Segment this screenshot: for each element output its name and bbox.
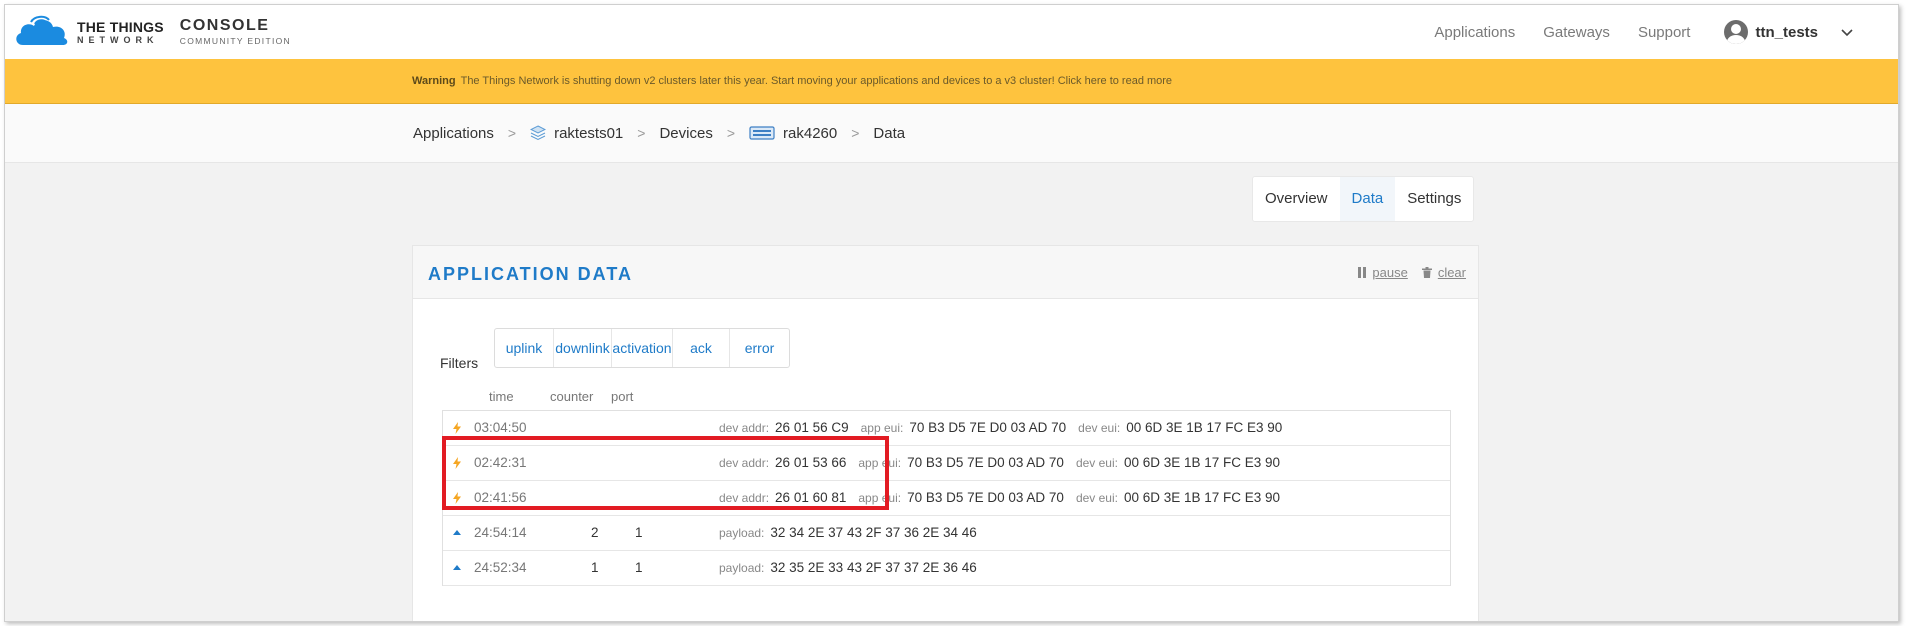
warning-text[interactable]: The Things Network is shutting down v2 c… xyxy=(461,75,1172,87)
tab-data[interactable]: Data xyxy=(1339,177,1396,221)
filter-error[interactable]: error xyxy=(730,329,789,367)
application-data-panel: APPLICATION DATA pause clear Filters upl… xyxy=(412,245,1479,621)
annotation-highlight-box xyxy=(442,436,889,510)
row-fields: payload: 32 34 2E 37 43 2F 37 36 2E 34 46 xyxy=(719,525,989,540)
payload-label: payload: xyxy=(719,526,765,540)
nav-gateways[interactable]: Gateways xyxy=(1543,24,1610,41)
row-counter: 1 xyxy=(591,560,599,575)
dev-addr-label: dev addr: xyxy=(719,421,770,435)
breadcrumb-application[interactable]: raktests01 xyxy=(554,125,623,142)
filter-activation[interactable]: activation xyxy=(612,329,673,367)
dev-addr-value: 26 01 56 C9 xyxy=(775,420,849,435)
row-port: 1 xyxy=(635,560,643,575)
ttn-wordmark-line2: NETWORK xyxy=(77,34,159,45)
username: ttn_tests xyxy=(1755,23,1818,41)
warning-content: Warning The Things Network is shutting do… xyxy=(412,75,1172,87)
top-navigation: THE THINGS NETWORK CONSOLE COMMUNITY EDI… xyxy=(5,5,1898,60)
breadcrumb-separator-icon: > xyxy=(726,125,736,141)
dev-eui-label: dev eui: xyxy=(1078,421,1121,435)
device-icon xyxy=(749,125,775,141)
warning-label: Warning xyxy=(412,75,456,87)
dev-eui-value: 00 6D 3E 1B 17 FC E3 90 xyxy=(1123,455,1281,470)
panel-header: APPLICATION DATA pause clear xyxy=(413,246,1478,299)
app-eui-value: 70 B3 D5 7E D0 03 AD 70 xyxy=(909,420,1067,435)
row-time: 24:52:34 xyxy=(474,560,527,575)
pause-label: pause xyxy=(1372,265,1408,280)
breadcrumb-applications[interactable]: Applications xyxy=(413,125,494,142)
payload-label: payload: xyxy=(719,561,765,575)
dev-eui-label: dev eui: xyxy=(1075,456,1118,470)
user-avatar-icon xyxy=(1724,20,1749,44)
warning-banner[interactable]: Warning The Things Network is shutting do… xyxy=(5,59,1898,104)
column-header-time: time xyxy=(489,389,514,404)
clear-label: clear xyxy=(1437,265,1466,280)
app-eui-value: 70 B3 D5 7E D0 03 AD 70 xyxy=(907,490,1064,505)
nav-links: Applications Gateways Support ttn_tests xyxy=(1406,5,1854,59)
tab-overview[interactable]: Overview xyxy=(1253,177,1340,221)
panel-actions: pause clear xyxy=(1344,265,1466,280)
row-fields: payload: 32 35 2E 33 43 2F 37 37 2E 36 46 xyxy=(719,560,989,575)
dev-eui-value: 00 6D 3E 1B 17 FC E3 90 xyxy=(1126,420,1283,435)
browser-frame: THE THINGS NETWORK CONSOLE COMMUNITY EDI… xyxy=(4,4,1899,622)
row-port: 1 xyxy=(635,525,643,540)
app-eui-value: 70 B3 D5 7E D0 03 AD 70 xyxy=(907,455,1064,470)
column-header-port: port xyxy=(611,389,634,404)
uplink-arrow-icon xyxy=(453,565,461,570)
pause-icon xyxy=(1358,267,1367,278)
ttn-logo[interactable]: THE THINGS NETWORK CONSOLE COMMUNITY EDI… xyxy=(13,14,291,50)
console-subtitle: COMMUNITY EDITION xyxy=(179,36,291,47)
ttn-wordmark: THE THINGS NETWORK xyxy=(77,20,164,45)
console-wordmark: CONSOLE COMMUNITY EDITION xyxy=(180,18,291,46)
nav-support[interactable]: Support xyxy=(1638,24,1691,41)
device-tabs: Overview Data Settings xyxy=(1252,176,1475,222)
filters-label: Filters xyxy=(440,355,479,371)
chevron-down-icon[interactable] xyxy=(1840,25,1854,39)
table-row[interactable]: 24:52:34 1 1 payload: 32 35 2E 33 43 2F 3… xyxy=(443,551,1450,586)
app-eui-label: app eui: xyxy=(860,421,904,435)
column-header-counter: counter xyxy=(550,389,594,404)
clear-button[interactable]: clear xyxy=(1421,265,1466,280)
application-stack-icon xyxy=(530,125,547,141)
trash-icon xyxy=(1421,267,1432,278)
console-title: CONSOLE xyxy=(179,17,270,35)
breadcrumb: Applications > raktests01 > Devices > ra… xyxy=(413,125,905,142)
breadcrumb-bar: Applications > raktests01 > Devices > ra… xyxy=(5,104,1898,163)
dev-eui-value: 00 6D 3E 1B 17 FC E3 90 xyxy=(1123,490,1281,505)
dev-eui-label: dev eui: xyxy=(1075,491,1118,505)
user-menu[interactable]: ttn_tests xyxy=(1724,20,1854,44)
ttn-wordmark-line1: THE THINGS xyxy=(77,18,164,35)
nav-applications[interactable]: Applications xyxy=(1434,24,1515,41)
tab-settings[interactable]: Settings xyxy=(1395,177,1473,221)
filter-ack[interactable]: ack xyxy=(673,329,730,367)
uplink-arrow-icon xyxy=(453,530,461,535)
row-fields: dev addr: 26 01 56 C9 app eui: 70 B3 D5 7E… xyxy=(719,420,1294,435)
cloud-logo-icon xyxy=(16,15,68,45)
breadcrumb-separator-icon: > xyxy=(507,125,517,141)
breadcrumb-current: Data xyxy=(873,124,906,142)
breadcrumb-devices[interactable]: Devices xyxy=(659,125,712,142)
panel-title: APPLICATION DATA xyxy=(428,264,633,284)
filter-uplink[interactable]: uplink xyxy=(495,329,554,367)
pause-button[interactable]: pause xyxy=(1358,265,1408,280)
breadcrumb-separator-icon: > xyxy=(851,125,860,141)
row-counter: 2 xyxy=(591,525,599,540)
payload-value: 32 34 2E 37 43 2F 37 36 2E 34 46 xyxy=(770,525,977,540)
breadcrumb-separator-icon: > xyxy=(637,125,646,141)
row-time: 03:04:50 xyxy=(474,420,527,435)
breadcrumb-device[interactable]: rak4260 xyxy=(783,125,837,142)
filter-group: uplink downlink activation ack error xyxy=(494,328,790,368)
table-row[interactable]: 24:54:14 2 1 payload: 32 34 2E 37 43 2F 3… xyxy=(443,516,1450,551)
lightning-icon xyxy=(453,422,461,434)
payload-value: 32 35 2E 33 43 2F 37 37 2E 36 46 xyxy=(770,560,977,575)
row-time: 24:54:14 xyxy=(474,525,527,540)
filter-downlink[interactable]: downlink xyxy=(554,329,612,367)
